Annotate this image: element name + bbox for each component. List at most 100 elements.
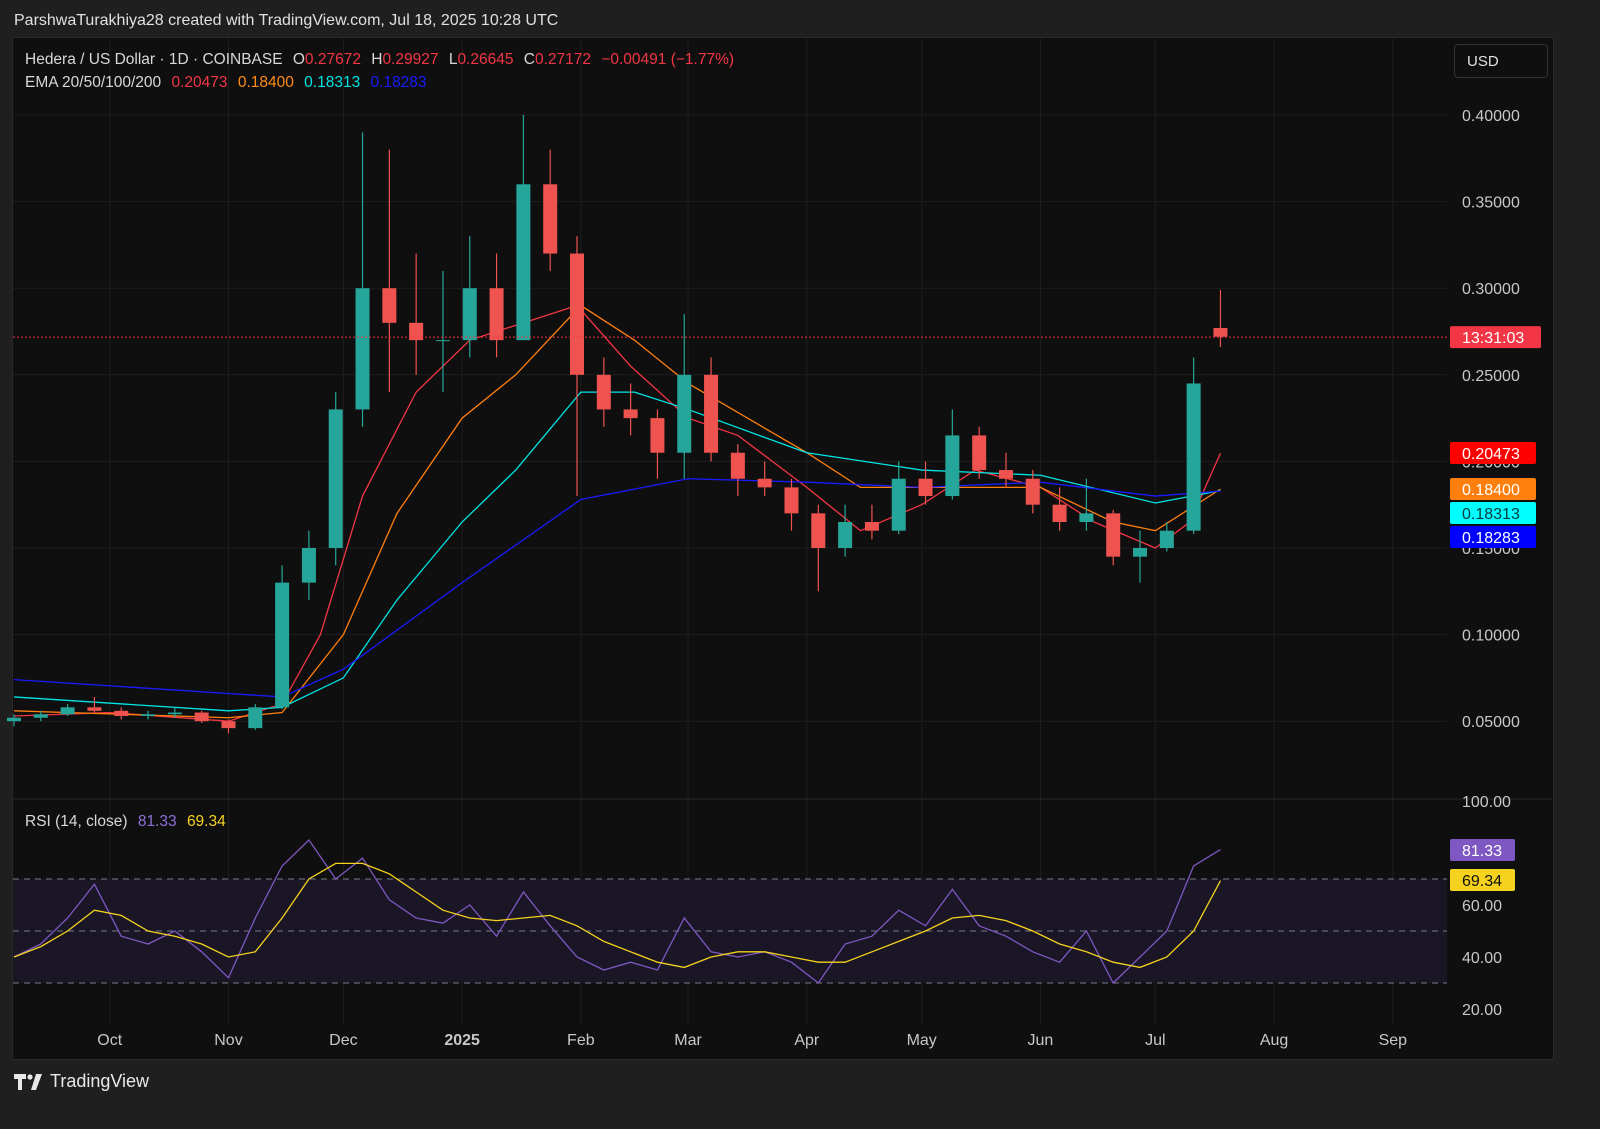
ema-lines [13,304,1222,722]
candle-body [1052,504,1067,523]
time-tick-label: Feb [567,1032,595,1049]
candle-body [1079,513,1094,523]
candle-body [838,522,853,548]
rsi-legend: RSI (14, close) 81.33 69.34 [25,813,232,831]
ema20-badge: 0.20473 [1462,446,1520,463]
rsi-label: RSI (14, close) [25,813,128,830]
candle-body [945,435,960,497]
candle-body [221,721,236,729]
ema-label: EMA 20/50/100/200 [25,74,162,91]
open-value: 0.27672 [304,51,361,68]
open-label: O [292,51,305,68]
symbol-title: Hedera / US Dollar · 1D · COINBASE [25,51,283,68]
ema20-line [13,304,1222,722]
candle-body [596,374,611,410]
ema50-badge: 0.18400 [1462,482,1520,499]
time-tick-label: Oct [97,1032,122,1049]
ema20-value: 0.20473 [171,74,228,91]
candle-body [382,288,397,323]
time-tick-label: Nov [214,1032,242,1049]
time-tick-label: Jul [1145,1032,1165,1049]
candle-body [248,707,263,729]
candle-body [757,478,772,488]
candle-body [516,184,531,341]
candle-body [891,478,906,531]
symbol-legend: Hedera / US Dollar · 1D · COINBASE O0.27… [25,51,740,69]
chart-canvas[interactable]: 0.400000.350000.300000.250000.200000.150… [0,0,1600,1129]
change-value: −0.00491 (−1.77%) [601,51,735,68]
candle-body [623,409,638,419]
rsi-ma-badge: 69.34 [1462,873,1502,890]
candle-body [730,452,745,479]
candle-body [355,288,370,410]
tradingview-logo-icon [14,1073,42,1090]
candle-body [543,184,558,254]
ema100-value: 0.18313 [304,74,361,91]
candle-body [784,487,799,514]
candle-body [811,513,826,548]
candle-body [1025,478,1040,505]
currency-button[interactable]: USD [1454,44,1548,78]
candle-body [650,418,665,453]
price-tick-label: 0.30000 [1462,281,1520,298]
rsi-tick-label: 20.00 [1462,1002,1502,1019]
ema50-line [13,304,1221,719]
candle-body [918,478,933,497]
countdown-badge: 13:31:03 [1462,330,1524,347]
candle-body [1186,383,1201,531]
candles [7,115,1228,734]
candle-body [972,435,987,471]
time-tick-label: May [907,1032,937,1049]
ema-legend: EMA 20/50/100/200 0.20473 0.18400 0.1831… [25,74,433,92]
candle-body [1159,530,1174,548]
candle-body [462,288,477,341]
time-tick-label: 2025 [444,1032,480,1049]
candle-body [704,374,719,453]
low-value: 0.26645 [457,51,514,68]
price-tick-label: 0.05000 [1462,714,1520,731]
price-tick-label: 0.35000 [1462,195,1520,212]
ema200-line [13,478,1221,698]
candle-body [998,470,1013,479]
tradingview-logo-text: TradingView [50,1071,150,1091]
ema100-line [13,391,1221,712]
rsi-tick-label: 60.00 [1462,898,1502,915]
candle-body [194,712,209,722]
time-tick-label: Apr [794,1032,820,1049]
candle-body [60,707,75,715]
rsi-badge: 81.33 [1462,843,1502,860]
time-tick-label: Aug [1260,1032,1288,1049]
rsi-tick-label: 40.00 [1462,950,1502,967]
candle-body [87,707,102,711]
time-tick-label: Jun [1028,1032,1054,1049]
candle-body [489,288,504,341]
candle-body [1133,548,1148,557]
price-tick-label: 0.25000 [1462,368,1520,385]
rsi-background [13,878,1447,984]
high-label: H [371,51,383,68]
time-tick-label: Mar [674,1032,702,1049]
rsi-tick-label: 100.00 [1462,794,1511,811]
rsi-ma-value: 69.34 [186,813,226,830]
candle-body [677,374,692,453]
time-tick-label: Dec [329,1032,357,1049]
close-label: C [523,51,535,68]
candle-body [864,522,879,531]
candle-body [167,712,182,715]
candle-body [435,340,450,342]
ema200-badge: 0.18283 [1462,530,1520,547]
ema50-value: 0.18400 [237,74,294,91]
price-tick-label: 0.10000 [1462,628,1520,645]
tradingview-logo[interactable]: TradingView [14,1071,149,1092]
candle-body [141,714,156,717]
ema200-value: 0.18283 [370,74,427,91]
price-tick-label: 0.40000 [1462,108,1520,125]
rsi-value: 81.33 [137,813,177,830]
candle-body [33,714,48,718]
candle-body [328,409,343,548]
ema100-badge: 0.18313 [1462,506,1520,523]
candle-body [114,710,129,717]
time-tick-label: Sep [1379,1032,1408,1049]
close-value: 0.27172 [534,51,592,68]
candle-body [301,548,316,583]
